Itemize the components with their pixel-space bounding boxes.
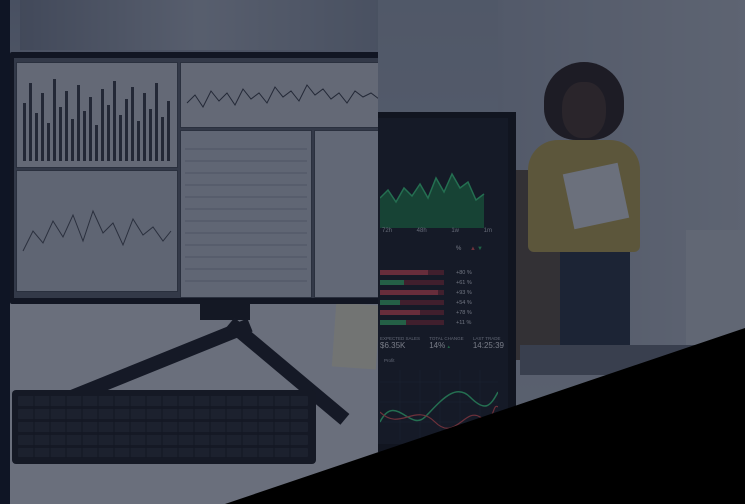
- paper-note: [331, 302, 381, 370]
- monitor-screen: [14, 58, 388, 298]
- stat-value: 14% ▴: [429, 341, 463, 350]
- trading-screen: 72h 48h 1w 1m % ▲ ▼ +80 % +61 % +93 % +5…: [378, 118, 508, 444]
- percent-change: +93 %: [456, 290, 472, 296]
- stat-expected-sales: EXPECTED SALES $6.35K: [380, 336, 420, 350]
- bar-chart-pane: [16, 62, 178, 168]
- white-cabinet: [686, 230, 745, 350]
- triangle-down-green-icon: ▼: [477, 246, 483, 252]
- percent-change: +78 %: [456, 310, 472, 316]
- percent-header: %: [456, 246, 462, 252]
- bar-chart-graphic: [23, 79, 170, 161]
- area-chart-pane: [16, 170, 178, 292]
- percent-change: +11 %: [456, 320, 472, 326]
- time-label: 1w: [451, 228, 459, 234]
- percent-change: +54 %: [456, 300, 472, 306]
- stats-row: EXPECTED SALES $6.35K TOTAL CHANGE 14% ▴…: [380, 336, 504, 350]
- office-desk-photo: [0, 0, 390, 504]
- percent-change: +80 %: [456, 270, 472, 276]
- keyboard: [12, 390, 316, 464]
- stat-last-trade: LAST TRADE 14:25:39: [473, 336, 504, 350]
- person-face: [562, 82, 606, 138]
- green-area-chart: [380, 172, 485, 228]
- time-label: 48h: [416, 228, 427, 234]
- person-legs: [560, 250, 630, 360]
- stat-value-text: 14%: [429, 341, 446, 350]
- stat-total-change: TOTAL CHANGE 14% ▴: [429, 336, 463, 350]
- wave-chart: [380, 370, 498, 440]
- table-graphic: [185, 148, 307, 282]
- line-chart-pane: [180, 62, 388, 128]
- time-label: 1m: [483, 228, 492, 234]
- stat-value: $6.35K: [380, 341, 406, 350]
- floor-ledge: [520, 345, 745, 375]
- data-table-pane: [180, 130, 312, 298]
- chart-time-axis: 72h 48h 1w 1m: [382, 228, 492, 234]
- percent-change: +61 %: [456, 280, 472, 286]
- progress-bars: [380, 270, 444, 325]
- side-list-pane: [314, 130, 388, 298]
- percent-change-list: +80 % +61 % +93 % +54 % +78 % +11 %: [456, 268, 472, 328]
- line-chart-graphic: [186, 84, 380, 108]
- triangle-up-red-icon: ▲: [470, 246, 476, 252]
- left-edge-strip: [0, 0, 10, 504]
- photo-scene: 72h 48h 1w 1m % ▲ ▼ +80 % +61 % +93 % +5…: [0, 0, 745, 504]
- area-chart-graphic: [22, 209, 172, 252]
- window-background: [20, 0, 378, 50]
- desktop-monitor: [10, 52, 390, 304]
- time-label: 72h: [382, 228, 393, 234]
- trading-monitor: 72h 48h 1w 1m % ▲ ▼ +80 % +61 % +93 % +5…: [378, 112, 516, 452]
- monitor-stand-neck: [200, 300, 250, 320]
- triangle-up-green-icon: ▴: [447, 344, 450, 350]
- keyboard-keys: [18, 396, 308, 458]
- held-document: [562, 162, 630, 230]
- stat-value: 14:25:39: [472, 341, 504, 350]
